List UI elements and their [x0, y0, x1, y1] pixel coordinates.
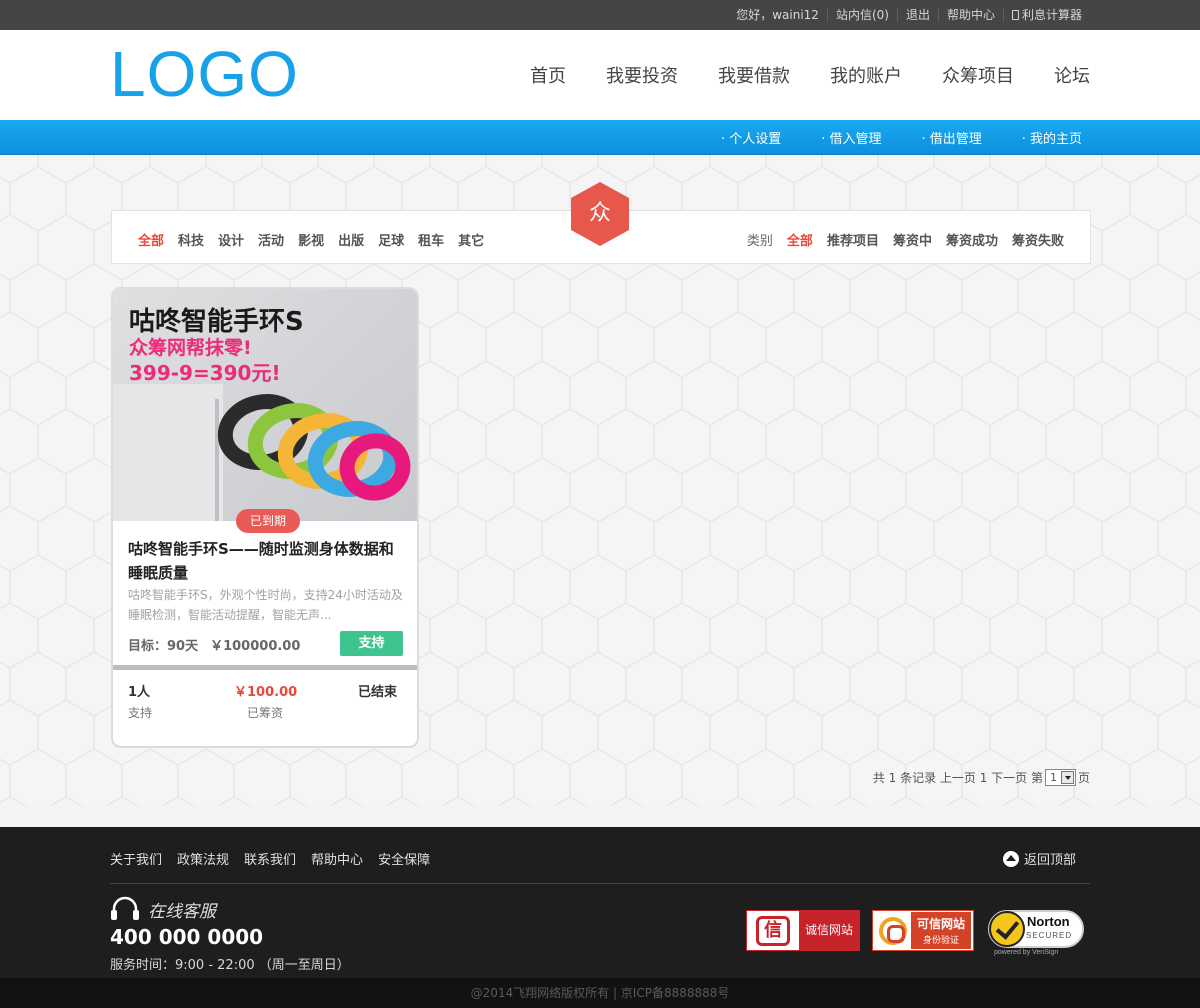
nav-invest[interactable]: 我要投资: [606, 62, 678, 88]
top-bar: 您好，waini12 站内信(0) 退出 帮助中心 利息计算器: [0, 0, 1200, 30]
hex-badge-char: 众: [588, 201, 611, 226]
raised-label: 已筹资: [247, 706, 284, 720]
support-button[interactable]: 支持: [340, 631, 403, 656]
project-target: 目标：90天 ￥100000.00: [128, 635, 300, 654]
page-select-value: 1: [1049, 771, 1057, 784]
status-fundraising[interactable]: 筹资中: [893, 230, 932, 249]
headset-icon: [111, 896, 139, 920]
top-bar-links: 您好，waini12 站内信(0) 退出 帮助中心 利息计算器: [728, 0, 1090, 30]
target-amount: ￥100000.00: [210, 639, 301, 654]
integrity-badge-char: 信: [756, 915, 790, 946]
integrity-site-badge[interactable]: 信 诚信网站: [746, 910, 860, 951]
calculator-label: 利息计算器: [1021, 8, 1082, 22]
status-all[interactable]: 全部: [787, 230, 813, 249]
phone-calculator-icon: [1011, 10, 1019, 20]
norton-check-icon: [989, 911, 1025, 947]
footer-about[interactable]: 关于我们: [110, 849, 162, 868]
pagination-suffix: 页: [1077, 771, 1090, 785]
state-value: 已结束: [358, 685, 398, 700]
wristband-illustration: [217, 394, 411, 501]
project-card[interactable]: 咕咚智能手环S 众筹网帮抹零! 399-9=390元! 已到期 咕咚智能手环S—…: [111, 287, 419, 748]
sub-nav-links: · 个人设置 · 借入管理 · 借出管理 · 我的主页: [681, 120, 1082, 154]
nav-crowdfunding[interactable]: 众筹项目: [942, 62, 1014, 88]
copyright-bar: @2014飞翔网络版权所有 | 京ICP备8888888号: [0, 978, 1200, 1008]
footer-security[interactable]: 安全保障: [378, 849, 430, 868]
raised-stat: ￥100.00 已筹资: [234, 681, 297, 721]
account-sub-nav: · 个人设置 · 借入管理 · 借出管理 · 我的主页: [0, 120, 1200, 155]
category-film[interactable]: 影视: [298, 230, 324, 249]
norton-secured-badge[interactable]: Norton SECURED powered by VeriSign: [986, 906, 1084, 958]
project-description: 咕咚智能手环S，外观个性时尚，支持24小时活动及睡眠检测，智能活动提醒，智能无声…: [128, 588, 403, 622]
status-recommended[interactable]: 推荐项目: [827, 230, 879, 249]
footer-links: 关于我们 政策法规 联系我们 帮助中心 安全保障: [110, 849, 445, 868]
nav-borrow[interactable]: 我要借款: [718, 62, 790, 88]
category-football[interactable]: 足球: [378, 230, 404, 249]
trusted-badge-sub: 身份验证: [922, 936, 959, 946]
supporters-label: 支持: [128, 706, 153, 720]
trusted-ring-icon: [879, 916, 907, 945]
category-events[interactable]: 活动: [258, 230, 284, 249]
pagination: 共 1 条记录 上一页 1 下一页 第 1 页: [873, 769, 1090, 786]
greeting-text: 您好，waini12: [728, 8, 828, 22]
subnav-lend-management[interactable]: · 借出管理: [921, 128, 981, 147]
norton-label: Norton: [1027, 914, 1070, 929]
norton-secured-label: SECURED: [1026, 931, 1073, 940]
status-filters: 类别 全部 推荐项目 筹资中 筹资成功 筹资失败: [747, 211, 1064, 265]
integrity-badge-label: 诚信网站: [799, 911, 859, 950]
trusted-site-badge[interactable]: 可信网站 身份验证: [872, 910, 974, 951]
category-publishing[interactable]: 出版: [338, 230, 364, 249]
nav-home[interactable]: 首页: [530, 62, 566, 88]
home-up-icon: [1002, 850, 1019, 867]
crowdfunding-hex-badge: 众: [570, 182, 630, 246]
category-tech[interactable]: 科技: [178, 230, 204, 249]
customer-service-title: 在线客服: [110, 895, 216, 923]
footer-policy[interactable]: 政策法规: [177, 849, 229, 868]
status-tag-expired: 已到期: [236, 509, 300, 533]
subnav-my-homepage[interactable]: · 我的主页: [1022, 128, 1082, 147]
calculator-link[interactable]: 利息计算器: [1004, 8, 1090, 22]
main-nav: 首页 我要投资 我要借款 我的账户 众筹项目 论坛: [490, 30, 1090, 120]
status-funded[interactable]: 筹资成功: [946, 230, 998, 249]
category-design[interactable]: 设计: [218, 230, 244, 249]
footer-divider: [110, 883, 1090, 884]
chevron-down-icon: [1060, 771, 1074, 784]
category-other[interactable]: 其它: [458, 230, 484, 249]
project-image[interactable]: 咕咚智能手环S 众筹网帮抹零! 399-9=390元!: [113, 289, 417, 521]
integrity-badge-icon: 信: [747, 911, 799, 950]
page-select[interactable]: 1: [1044, 769, 1076, 786]
category-filters: 全部 科技 设计 活动 影视 出版 足球 租车 其它: [138, 211, 498, 265]
pagination-summary: 共 1 条记录 上一页 1 下一页 第: [872, 771, 1043, 785]
service-phone: 400 000 0000: [110, 925, 264, 949]
state-stat: 已结束: [358, 681, 397, 700]
back-to-top-button[interactable]: 返回顶部: [1002, 849, 1076, 868]
funding-progress-bar: [113, 665, 417, 670]
footer-contact[interactable]: 联系我们: [244, 849, 296, 868]
subnav-personal-settings[interactable]: · 个人设置: [721, 128, 781, 147]
subnav-borrow-management[interactable]: · 借入管理: [821, 128, 881, 147]
nav-account[interactable]: 我的账户: [830, 62, 902, 88]
supporters-stat: 1人 支持: [128, 681, 152, 721]
supporters-value: 1人: [128, 685, 151, 700]
logout-link[interactable]: 退出: [898, 8, 939, 22]
site-logo[interactable]: LOGO: [110, 36, 299, 112]
category-car-rental[interactable]: 租车: [418, 230, 444, 249]
back-to-top-label: 返回顶部: [1023, 853, 1076, 868]
site-header: LOGO 首页 我要投资 我要借款 我的账户 众筹项目 论坛: [0, 30, 1200, 120]
trusted-badge-title: 可信网站: [916, 917, 965, 931]
status-failed[interactable]: 筹资失败: [1012, 230, 1064, 249]
messages-link[interactable]: 站内信(0): [828, 8, 898, 22]
customer-service-label: 在线客服: [148, 901, 216, 922]
raised-value: ￥100.00: [234, 685, 298, 700]
category-all[interactable]: 全部: [138, 230, 164, 249]
help-center-link[interactable]: 帮助中心: [939, 8, 1004, 22]
nav-forum[interactable]: 论坛: [1054, 62, 1090, 88]
footer-help[interactable]: 帮助中心: [311, 849, 363, 868]
project-title[interactable]: 咕咚智能手环S——随时监测身体数据和睡眠质量: [128, 537, 406, 585]
norton-powered-label: powered by VeriSign: [994, 949, 1059, 956]
service-hours: 服务时间：9:00 - 22:00 （周一至周日）: [110, 958, 350, 973]
status-filter-label: 类别: [746, 233, 773, 249]
trusted-badge-text: 可信网站 身份验证: [911, 912, 971, 949]
target-duration: 目标：90天: [128, 639, 199, 654]
